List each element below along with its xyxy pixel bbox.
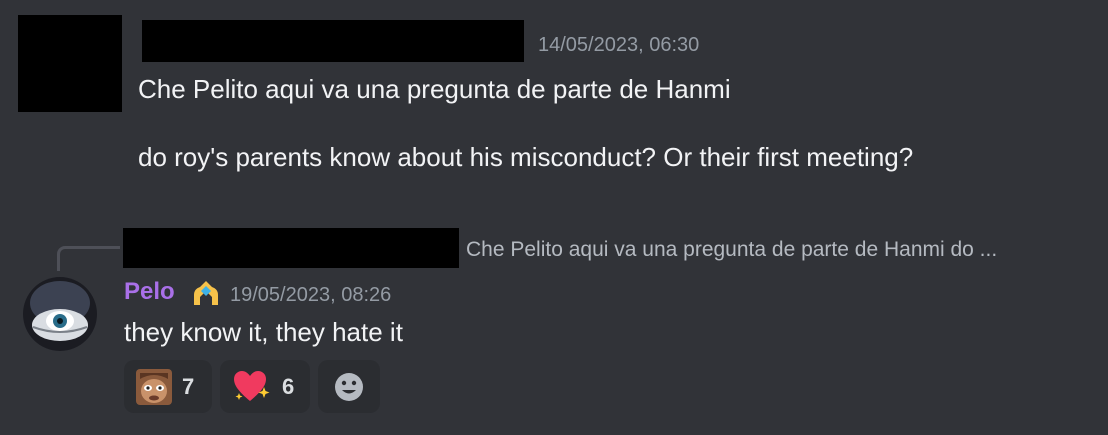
reaction-button[interactable]: 6: [220, 360, 310, 413]
replied-username-redacted[interactable]: [123, 228, 459, 268]
avatar-image: [23, 277, 97, 351]
sparkling-heart-emoji-icon: [234, 370, 270, 401]
custom-face-emoji-icon: [136, 368, 172, 405]
username[interactable]: Pelo: [124, 278, 175, 306]
smile-add-reaction-icon: [335, 372, 363, 401]
reply-preview-text[interactable]: Che Pelito aqui va una pregunta de parte…: [466, 238, 1096, 262]
reply-connector: [57, 246, 120, 271]
reaction-button[interactable]: 7: [124, 360, 212, 413]
message-text: they know it, they hate it: [124, 317, 403, 347]
reaction-count: 7: [182, 373, 195, 399]
reaction-count: 6: [282, 373, 295, 399]
username-redacted[interactable]: [142, 20, 524, 62]
hands-heart-icon: [190, 277, 222, 309]
avatar-redacted[interactable]: [18, 15, 122, 112]
avatar[interactable]: [23, 277, 97, 351]
add-reaction-button[interactable]: [318, 360, 380, 413]
message-text: Che Pelito aqui va una pregunta de parte…: [138, 74, 914, 172]
message-timestamp: 14/05/2023, 06:30: [538, 34, 700, 56]
message-timestamp: 19/05/2023, 08:26: [230, 284, 392, 306]
